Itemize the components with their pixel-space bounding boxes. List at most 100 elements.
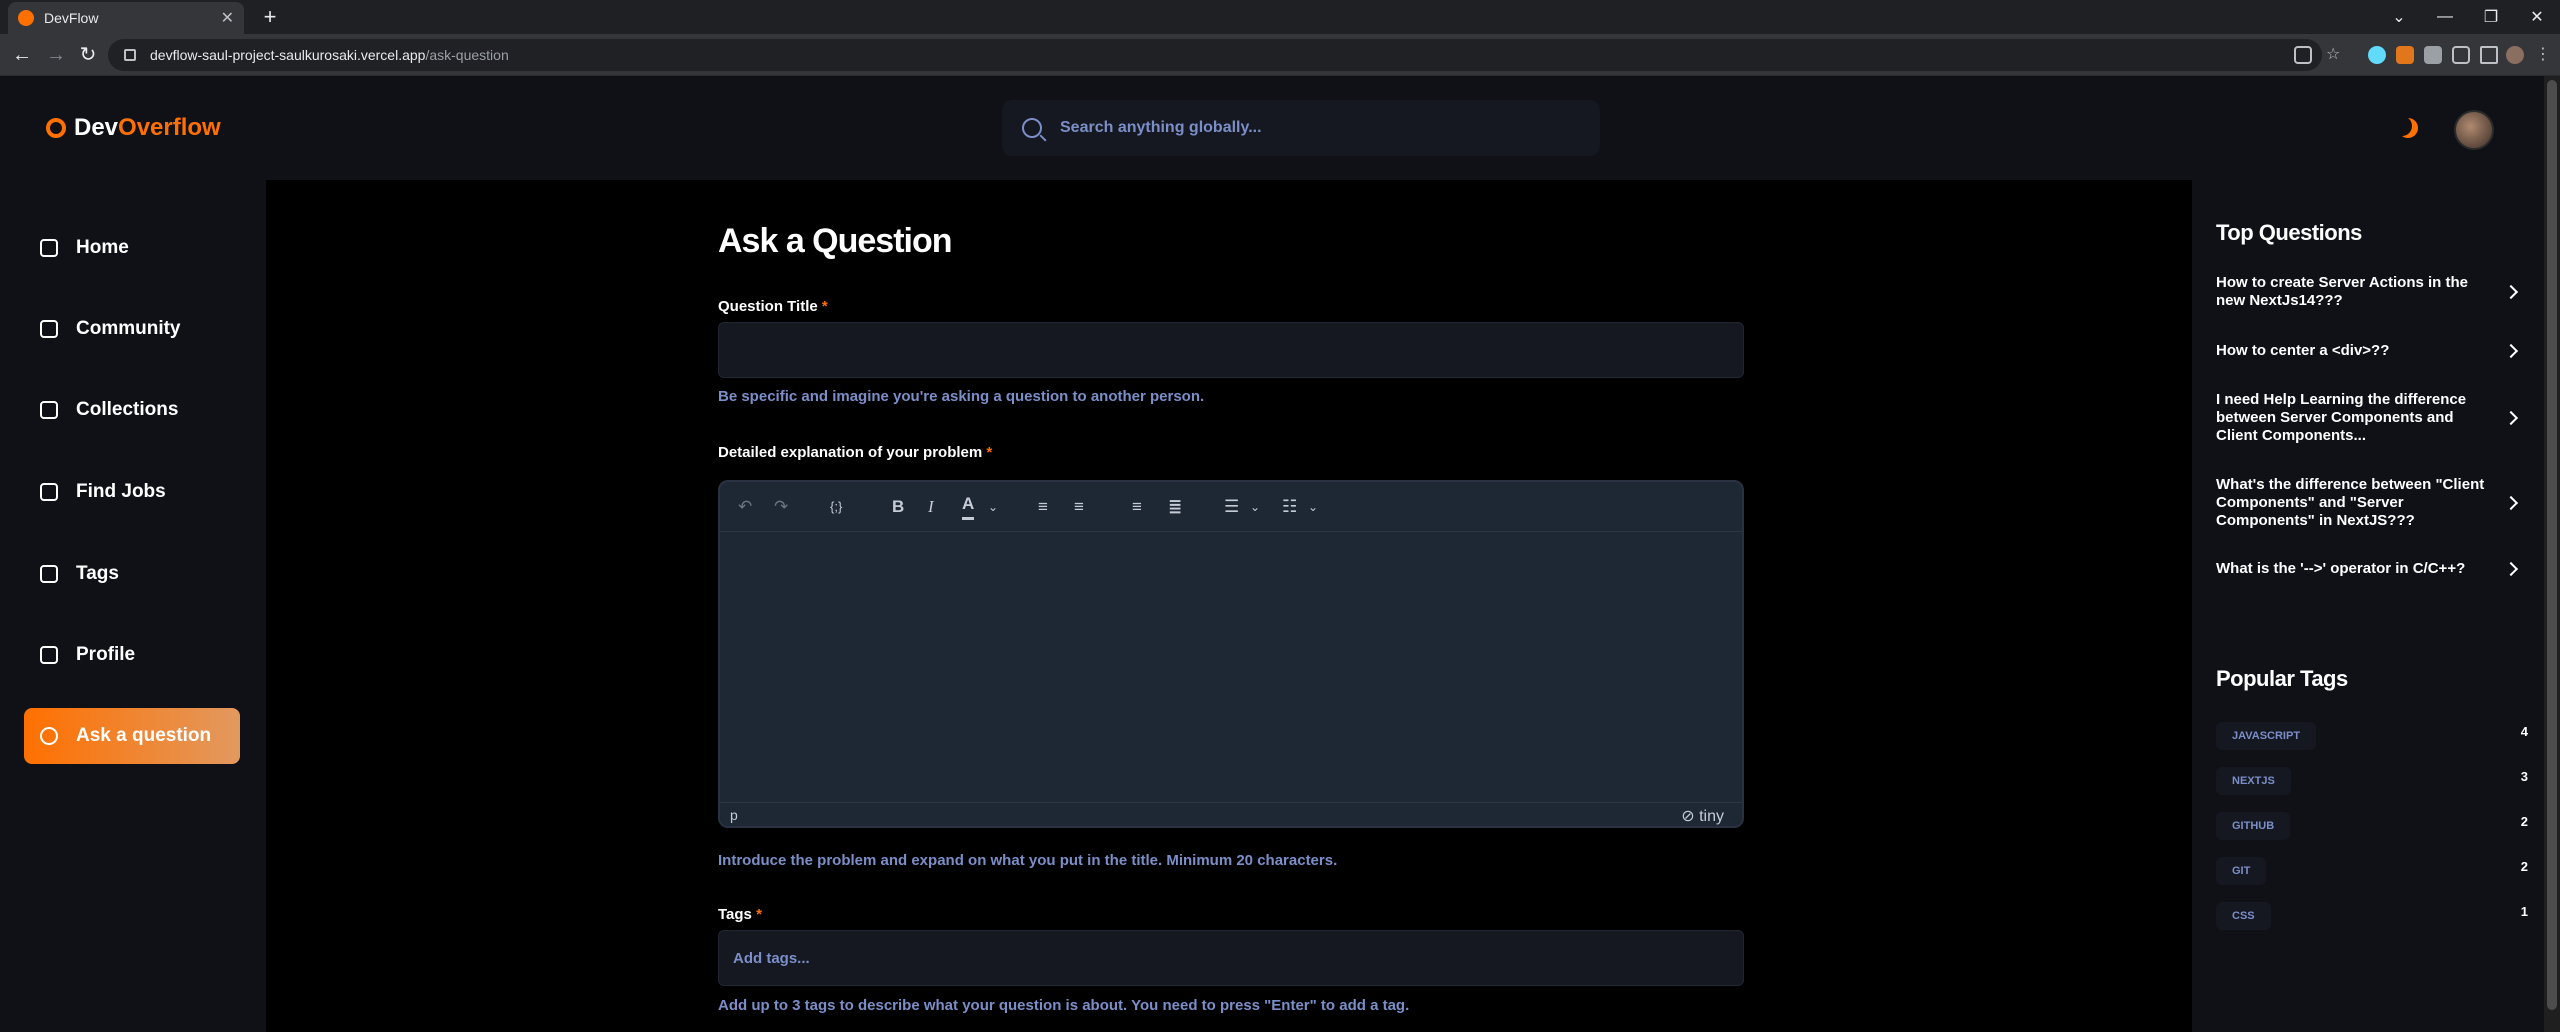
bullet-list-dropdown-icon[interactable]: ⌄ — [1250, 494, 1260, 520]
sidebar-item-home[interactable]: Home — [24, 220, 240, 276]
theme-moon-icon[interactable] — [2398, 118, 2418, 138]
numbered-list-dropdown-icon[interactable]: ⌄ — [1308, 494, 1318, 520]
sidebar-item-tags[interactable]: Tags — [24, 546, 240, 602]
question-title-label: Question Title * — [718, 298, 828, 315]
text-color-icon[interactable]: A — [962, 494, 975, 520]
browser-tab-strip: DevFlow ✕ + ⌄ — ❐ ✕ — [0, 0, 2560, 34]
sidebar-item-label: Community — [76, 318, 181, 339]
popular-tag[interactable]: GIT — [2216, 857, 2267, 885]
close-tab-icon[interactable]: ✕ — [221, 8, 234, 28]
top-question-item[interactable]: What's the difference between "Client Co… — [2216, 476, 2486, 530]
sidebar-item-community[interactable]: Community — [24, 301, 240, 357]
rich-text-editor[interactable]: ↶ ↷ {;} B I A ⌄ ≡ ≡ ≡ ≣ ☰ ⌄ ☷ ⌄ p ⊘ tiny — [718, 480, 1744, 828]
forward-icon[interactable]: → — [44, 43, 68, 67]
sidebar-item-ask-question[interactable]: Ask a question — [24, 708, 240, 764]
question-title-input[interactable] — [718, 322, 1744, 378]
reload-icon[interactable]: ↻ — [76, 43, 100, 67]
tiny-logo[interactable]: ⊘ tiny — [1681, 806, 1724, 826]
search-placeholder: Search anything globally... — [1060, 119, 1262, 136]
metamask-icon[interactable] — [2396, 46, 2414, 64]
browser-tab-title: DevFlow — [44, 10, 99, 26]
italic-icon[interactable]: I — [928, 494, 934, 520]
code-sample-icon[interactable]: {;} — [830, 494, 842, 520]
top-question-item[interactable]: How to create Server Actions in the new … — [2216, 274, 2486, 310]
editor-element-path[interactable]: p — [730, 807, 738, 823]
editor-content-area[interactable] — [720, 532, 1742, 804]
sidebar-item-find-jobs[interactable]: Find Jobs — [24, 464, 240, 520]
url-path: /ask-question — [425, 47, 509, 63]
chevron-right-icon — [2503, 495, 2519, 511]
required-mark: * — [986, 444, 993, 461]
back-icon[interactable]: ← — [10, 43, 34, 67]
tab-search-icon[interactable]: ⌄ — [2376, 0, 2422, 34]
required-mark: * — [821, 298, 828, 315]
top-questions-title: Top Questions — [2216, 220, 2362, 245]
tags-placeholder: Add tags... — [733, 949, 810, 967]
left-sidebar: Home Community Collections Find Jobs Tag… — [0, 180, 266, 1032]
numbered-list-icon[interactable]: ☷ — [1282, 494, 1297, 520]
redo-icon[interactable]: ↷ — [774, 494, 788, 520]
bullet-list-icon[interactable]: ☰ — [1224, 494, 1239, 520]
bookmark-star-icon[interactable]: ☆ — [2326, 46, 2344, 64]
extension-icon[interactable] — [2424, 46, 2442, 64]
top-question-item[interactable]: How to center a <div>?? — [2216, 342, 2486, 360]
home-icon — [40, 239, 58, 257]
restore-icon[interactable]: ❐ — [2468, 0, 2514, 34]
sidebar-item-profile[interactable]: Profile — [24, 627, 240, 683]
chevron-right-icon — [2503, 284, 2519, 300]
react-devtools-icon[interactable] — [2368, 46, 2386, 64]
app-header: Dev Overflow Search anything globally... — [0, 76, 2544, 180]
text-color-dropdown-icon[interactable]: ⌄ — [988, 494, 998, 520]
browser-toolbar: ← → ↻ devflow-saul-project-saulkurosaki.… — [0, 34, 2560, 76]
align-justify-icon[interactable]: ≣ — [1168, 494, 1182, 520]
browser-tab[interactable]: DevFlow ✕ — [8, 2, 244, 34]
sidebar-item-label: Find Jobs — [76, 481, 166, 502]
sidebar-item-label: Tags — [76, 563, 119, 584]
tiny-brand-text: tiny — [1699, 808, 1724, 825]
top-question-item[interactable]: I need Help Learning the difference betw… — [2216, 391, 2486, 445]
explanation-label: Detailed explanation of your problem * — [718, 444, 992, 461]
required-mark: * — [756, 906, 762, 923]
share-icon[interactable] — [2294, 46, 2312, 64]
search-icon — [1022, 118, 1042, 138]
popular-tag[interactable]: CSS — [2216, 902, 2271, 930]
chevron-right-icon — [2503, 410, 2519, 426]
profile-avatar-icon[interactable] — [2506, 46, 2524, 64]
global-search-input[interactable]: Search anything globally... — [1002, 100, 1600, 156]
sidebar-item-collections[interactable]: Collections — [24, 382, 240, 438]
chevron-right-icon — [2503, 343, 2519, 359]
align-center-icon[interactable]: ≡ — [1074, 494, 1084, 520]
popular-tag[interactable]: JAVASCRIPT — [2216, 722, 2317, 750]
tag-count: 1 — [2520, 904, 2528, 919]
menu-kebab-icon[interactable]: ⋮ — [2534, 46, 2552, 64]
address-bar[interactable]: devflow-saul-project-saulkurosaki.vercel… — [108, 39, 2322, 71]
align-left-icon[interactable]: ≡ — [1038, 494, 1048, 520]
editor-toolbar: ↶ ↷ {;} B I A ⌄ ≡ ≡ ≡ ≣ ☰ ⌄ ☷ ⌄ — [720, 482, 1742, 532]
window-close-icon[interactable]: ✕ — [2514, 0, 2560, 34]
tags-hint: Add up to 3 tags to describe what your q… — [718, 997, 1410, 1014]
bold-icon[interactable]: B — [892, 494, 904, 520]
popular-tag[interactable]: GITHUB — [2216, 812, 2291, 840]
top-question-item[interactable]: What is the '-->' operator in C/C++? — [2216, 560, 2486, 578]
right-sidebar: Top Questions How to create Server Actio… — [2192, 180, 2544, 1032]
side-panel-icon[interactable] — [2480, 46, 2498, 64]
page-scrollbar[interactable] — [2544, 76, 2560, 1032]
tags-input[interactable]: Add tags... — [718, 930, 1744, 986]
align-right-icon[interactable]: ≡ — [1132, 494, 1142, 520]
tag-count: 3 — [2520, 769, 2528, 784]
label-text: Detailed explanation of your problem — [718, 444, 983, 461]
popular-tag[interactable]: NEXTJS — [2216, 767, 2291, 795]
scrollbar-thumb[interactable] — [2547, 80, 2557, 1010]
devflow-favicon-icon — [18, 10, 34, 26]
star-icon — [40, 401, 58, 419]
user-avatar[interactable] — [2454, 110, 2494, 150]
popular-tags-title: Popular Tags — [2216, 666, 2348, 691]
new-tab-icon[interactable]: + — [258, 6, 282, 30]
sidebar-item-label: Collections — [76, 399, 179, 420]
logo[interactable]: Dev Overflow — [46, 114, 221, 142]
extensions-puzzle-icon[interactable] — [2452, 46, 2470, 64]
minimize-icon[interactable]: — — [2422, 0, 2468, 34]
sidebar-item-label: Profile — [76, 644, 136, 665]
undo-icon[interactable]: ↶ — [738, 494, 752, 520]
logo-text-dev: Dev — [74, 114, 119, 141]
